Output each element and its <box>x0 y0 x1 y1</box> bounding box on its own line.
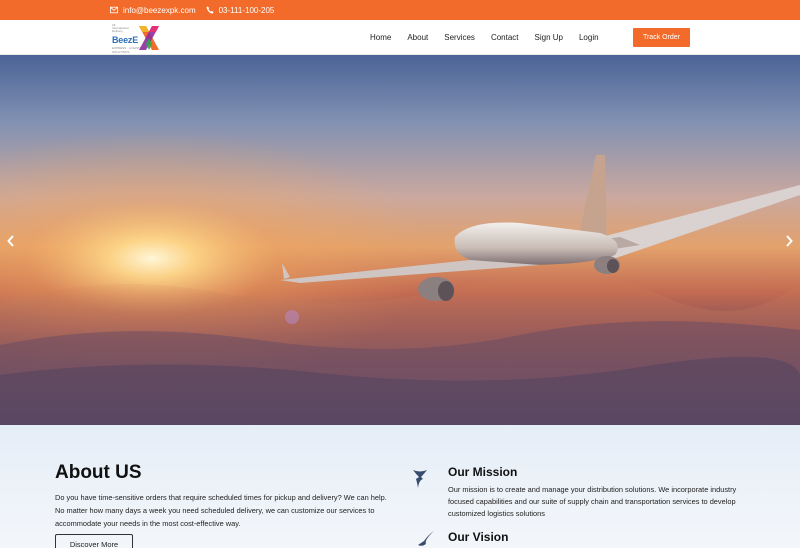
vision-block: Our Vision <box>448 530 748 544</box>
phone-contact[interactable]: 03-111-100-205 <box>206 6 275 15</box>
main-header: All International Delivery BeezE EXPRESS… <box>0 20 800 55</box>
chevron-right-icon <box>786 235 793 247</box>
phone-text[interactable]: 03-111-100-205 <box>219 6 275 15</box>
logo-brand-text: BeezE <box>112 35 139 45</box>
phone-icon <box>206 6 214 14</box>
email-text[interactable]: info@beezexpk.com <box>123 6 196 15</box>
mission-title: Our Mission <box>448 465 518 479</box>
nav-home[interactable]: Home <box>370 33 391 42</box>
chevron-left-icon <box>7 235 14 247</box>
vision-title: Our Vision <box>448 530 509 544</box>
next-slide-button[interactable] <box>782 234 796 248</box>
about-title: About US <box>55 462 142 483</box>
main-navigation: Home About Services Contact Sign Up Logi… <box>362 20 607 55</box>
top-contact-bar: info@beezexpk.com 03-111-100-205 <box>0 0 800 20</box>
nav-about[interactable]: About <box>407 33 428 42</box>
hero-image <box>0 55 800 425</box>
envelope-icon <box>110 6 118 14</box>
logo-tagline: All International Delivery <box>112 23 129 33</box>
mission-bird-icon <box>413 470 427 488</box>
mission-block: Our Mission Our mission is to create and… <box>448 465 748 520</box>
nav-contact[interactable]: Contact <box>491 33 519 42</box>
track-order-button[interactable]: Track Order <box>633 28 690 47</box>
logo-x-mark <box>139 26 159 50</box>
nav-sign-up[interactable]: Sign Up <box>535 33 563 42</box>
email-contact[interactable]: info@beezexpk.com <box>110 6 196 15</box>
brand-logo[interactable]: All International Delivery BeezE EXPRESS… <box>112 22 162 54</box>
nav-login[interactable]: Login <box>579 33 599 42</box>
prev-slide-button[interactable] <box>4 234 18 248</box>
hero-slider <box>0 55 800 425</box>
vision-bird-icon <box>418 531 434 546</box>
about-description: Do you have time-sensitive orders that r… <box>55 493 387 528</box>
nav-services[interactable]: Services <box>444 33 475 42</box>
about-section: About US Do you have time-sensitive orde… <box>0 425 800 548</box>
discover-more-button[interactable]: Discover More <box>55 534 133 548</box>
mission-text: Our mission is to create and manage your… <box>448 485 737 518</box>
